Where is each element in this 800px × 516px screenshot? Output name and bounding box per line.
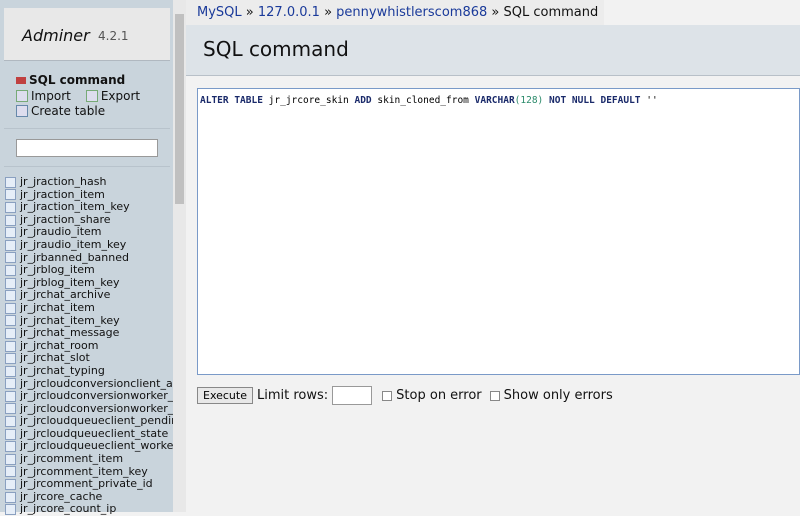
menu-label: Import (31, 89, 71, 103)
table-icon[interactable] (5, 214, 16, 226)
table-icon[interactable] (5, 201, 16, 213)
table-icon[interactable] (5, 466, 16, 478)
export-icon (85, 90, 98, 102)
logo: Adminer 4.2.1 (4, 8, 170, 61)
table-icon[interactable] (5, 252, 16, 264)
breadcrumb-separator: » (491, 5, 500, 20)
sql-token: (128) (514, 95, 544, 106)
stop-on-error-checkbox[interactable] (382, 390, 393, 401)
sql-token: ALTER TABLE (200, 95, 263, 106)
import-icon (16, 90, 28, 102)
table-icon[interactable] (5, 428, 16, 440)
sql-token: NOT NULL DEFAULT (549, 95, 641, 106)
table-icon[interactable] (5, 353, 16, 365)
table-icon[interactable] (5, 441, 16, 453)
app-version: 4.2.1 (98, 29, 129, 43)
table-icon[interactable] (5, 302, 16, 314)
breadcrumb-separator: » (245, 5, 254, 20)
table-list-item[interactable]: jr_jrblog_item (5, 264, 173, 277)
table-list-item[interactable]: jr_jrcloudqueueclient_pendin (5, 415, 173, 428)
table-icon[interactable] (5, 315, 16, 327)
app-name[interactable]: Adminer (22, 26, 90, 45)
breadcrumb-driver[interactable]: MySQL (197, 5, 242, 20)
breadcrumb-current: SQL command (503, 5, 599, 20)
table-icon[interactable] (5, 378, 16, 390)
table-icon[interactable] (5, 453, 16, 465)
table-icon[interactable] (5, 403, 16, 415)
table-name[interactable]: jr_jraudio_item_key (20, 238, 126, 252)
table-name[interactable]: jr_jrchat_typing (20, 364, 105, 378)
breadcrumb-separator: » (324, 5, 333, 20)
table-icon[interactable] (5, 479, 16, 491)
sql-token: skin_cloned_from (377, 95, 469, 106)
table-name[interactable]: jr_jrchat_item (20, 301, 95, 315)
table-list-item[interactable]: jr_jraction_item_key (5, 201, 173, 214)
sql-query-textarea[interactable]: ALTER TABLE jr_jrcore_skin ADD skin_clon… (197, 88, 800, 375)
table-icon[interactable] (5, 176, 16, 188)
table-icon[interactable] (5, 340, 16, 352)
page-header: SQL command (186, 25, 800, 76)
show-only-errors-checkbox[interactable] (489, 390, 500, 401)
sql-token: ADD (354, 95, 372, 106)
sidebar: Adminer 4.2.1 SQL command Import Export … (0, 0, 173, 516)
sql-token: jr_jrcore_skin (268, 95, 349, 106)
sql-icon (16, 76, 26, 84)
table-icon[interactable] (5, 239, 16, 251)
table-name[interactable]: jr_jraction_hash (20, 176, 106, 189)
table-search-input[interactable] (16, 139, 158, 157)
execute-button[interactable]: Execute (197, 387, 253, 404)
menu-label: SQL command (29, 73, 126, 87)
table-name[interactable]: jr_jrcomment_item (20, 452, 123, 466)
table-list: jr_jraction_hash jr_jraction_item jr_jract… (5, 176, 173, 516)
menu-sql-command[interactable]: SQL command (16, 73, 125, 87)
breadcrumb-server[interactable]: 127.0.0.1 (258, 5, 320, 20)
page-title: SQL command (203, 37, 349, 61)
sidebar-scrollbar[interactable] (173, 0, 186, 512)
table-name[interactable]: jr_jrcloudconversionworker_ (20, 389, 173, 403)
menu-create-table[interactable]: Create table (16, 104, 105, 118)
table-list-item[interactable]: jr_jrchat_item (5, 301, 173, 315)
table-name[interactable]: jr_jrcloudqueueclient_pendin (20, 415, 173, 428)
create-table-icon (16, 105, 28, 117)
table-name[interactable]: jr_jrblog_item (20, 264, 95, 277)
table-icon[interactable] (5, 327, 16, 339)
divider (4, 128, 170, 129)
divider (4, 166, 170, 167)
limit-rows-input[interactable] (332, 386, 373, 405)
table-icon[interactable] (5, 227, 16, 239)
table-list-item[interactable]: jr_jrchat_message (5, 327, 173, 340)
table-name[interactable]: jr_jrchat_message (20, 327, 119, 340)
table-icon[interactable] (5, 390, 16, 402)
table-list-item[interactable]: jr_jrchat_typing (5, 364, 173, 378)
breadcrumb-database[interactable]: pennywhistlerscom868 (336, 5, 487, 20)
table-list-item[interactable]: jr_jrcloudconversionworker_ (5, 389, 173, 403)
table-icon[interactable] (5, 189, 16, 201)
menu-export-label[interactable]: Export (101, 89, 140, 103)
scrollbar-thumb[interactable] (175, 14, 184, 204)
table-icon[interactable] (5, 277, 16, 289)
table-icon[interactable] (5, 365, 16, 377)
stop-on-error-label[interactable]: Stop on error (396, 388, 481, 403)
table-icon[interactable] (5, 491, 16, 503)
table-name[interactable]: jr_jrcore_count_ip (20, 503, 116, 516)
table-icon[interactable] (5, 290, 16, 302)
table-icon[interactable] (5, 264, 16, 276)
table-list-item[interactable]: jr_jraudio_item_key (5, 238, 173, 252)
show-only-errors-label[interactable]: Show only errors (504, 388, 613, 403)
breadcrumb: MySQL » 127.0.0.1 » pennywhistlerscom868… (186, 0, 604, 25)
limit-rows-label: Limit rows: (257, 388, 329, 403)
menu-label: Create table (31, 104, 106, 118)
table-list-item[interactable]: jr_jrcomment_item (5, 452, 173, 466)
table-name[interactable]: jr_jrcomment_private_id (20, 478, 153, 491)
menu-import[interactable]: Import Export (16, 89, 140, 103)
table-name[interactable]: jr_jraction_item_key (20, 201, 130, 214)
table-icon[interactable] (5, 504, 16, 516)
table-list-item[interactable]: jr_jraction_hash (5, 176, 173, 189)
sql-token: '' (646, 95, 658, 106)
sql-token: VARCHAR (474, 95, 515, 106)
table-list-item[interactable]: jr_jrcomment_private_id (5, 478, 173, 491)
query-controls: Execute Limit rows: Stop on error Show o… (197, 386, 613, 405)
table-icon[interactable] (5, 416, 16, 428)
table-list-item[interactable]: jr_jrcore_count_ip (5, 503, 173, 516)
